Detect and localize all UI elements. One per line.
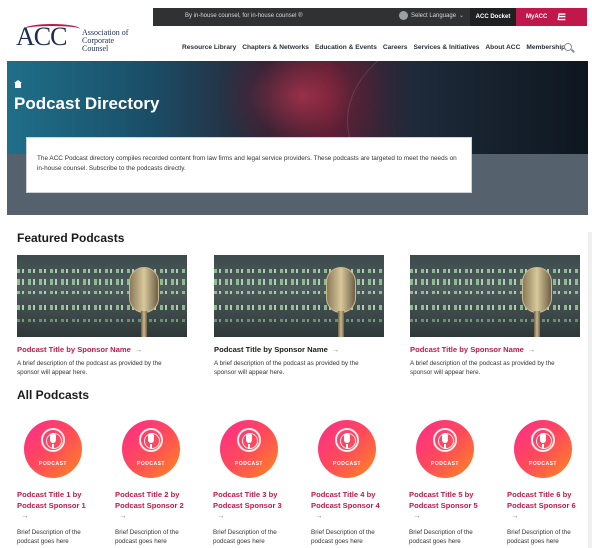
logo-name-line-2: Corporate Counsel [82, 36, 114, 53]
podcast-description: Brief Description of the podcast goes he… [507, 528, 571, 546]
featured-title[interactable]: Podcast Title by Sponsor Name → [17, 345, 187, 354]
badge-label: PODCAST [235, 461, 263, 467]
featured-description: A brief description of the podcast as pr… [214, 360, 359, 376]
nav-careers[interactable]: Careers [383, 44, 408, 51]
badge-label: PODCAST [431, 461, 459, 467]
badge-label: PODCAST [529, 461, 557, 467]
podcast-description: Brief Description of the podcast goes he… [311, 528, 375, 546]
featured-heading: Featured Podcasts [17, 231, 125, 245]
myacc-button[interactable]: MyACC /☰ [516, 8, 587, 26]
arrow-right-icon: → [134, 345, 143, 354]
arrow-right-icon: → [413, 511, 421, 520]
search-icon[interactable] [564, 43, 572, 51]
nav-services-initiatives[interactable]: Services & Initiatives [413, 44, 479, 51]
podcast-title[interactable]: Podcast Title 3 by Podcast Sponsor 3 → [213, 490, 293, 522]
podcast-card[interactable]: PODCAST Podcast Title 6 by Podcast Spons… [507, 420, 587, 547]
arrow-right-icon: → [119, 511, 127, 520]
nav-membership[interactable]: Membership [526, 44, 565, 51]
logo-acc-text: ACC [16, 22, 67, 51]
podcast-badge[interactable]: PODCAST [24, 420, 82, 478]
arrow-right-icon: → [21, 511, 29, 520]
globe-icon [399, 11, 408, 20]
badge-label: PODCAST [137, 461, 165, 467]
podcast-description: Brief Description of the podcast goes he… [409, 528, 473, 546]
microphone-icon [148, 433, 154, 443]
badge-label: PODCAST [333, 461, 361, 467]
logo-name: Association of Corporate Counsel [82, 29, 141, 53]
podcast-title[interactable]: Podcast Title 6 by Podcast Sponsor 6 → [507, 490, 587, 522]
featured-description: A brief description of the podcast as pr… [17, 360, 162, 376]
podcast-card[interactable]: PODCAST Podcast Title 2 by Podcast Spons… [115, 420, 195, 547]
microphone-icon [540, 433, 546, 443]
scrollbar[interactable] [588, 232, 592, 548]
microphone-icon [522, 267, 552, 313]
featured-card[interactable]: Podcast Title by Sponsor Name → A brief d… [17, 255, 187, 377]
featured-thumbnail[interactable] [410, 255, 580, 337]
utility-bar: By in-house counsel, for in-house counse… [153, 8, 587, 26]
all-podcasts-heading: All Podcasts [17, 388, 90, 402]
home-icon[interactable] [14, 80, 22, 88]
arrow-right-icon: → [217, 511, 225, 520]
nav-resource-library[interactable]: Resource Library [182, 44, 236, 51]
nav-education-events[interactable]: Education & Events [315, 44, 377, 51]
podcast-badge[interactable]: PODCAST [318, 420, 376, 478]
nav-about-acc[interactable]: About ACC [485, 44, 520, 51]
podcast-title[interactable]: Podcast Title 2 by Podcast Sponsor 2 → [115, 490, 195, 522]
myacc-label: MyACC [526, 14, 548, 20]
podcast-card[interactable]: PODCAST Podcast Title 4 by Podcast Spons… [311, 420, 391, 547]
microphone-icon [246, 433, 252, 443]
acc-mark-icon: /☰ [557, 11, 565, 22]
microphone-icon [326, 267, 356, 313]
arrow-right-icon: → [511, 511, 519, 520]
nav-chapters-networks[interactable]: Chapters & Networks [242, 44, 309, 51]
microphone-icon [442, 433, 448, 443]
microphone-icon [344, 433, 350, 443]
intro-box: The ACC Podcast directory compiles recor… [26, 137, 472, 193]
acc-docket-link[interactable]: ACC Docket [470, 8, 516, 26]
podcast-title[interactable]: Podcast Title 5 by Podcast Sponsor 5 → [409, 490, 489, 522]
featured-title[interactable]: Podcast Title by Sponsor Name → [214, 345, 384, 354]
arrow-right-icon: → [331, 345, 340, 354]
podcast-card[interactable]: PODCAST Podcast Title 3 by Podcast Spons… [213, 420, 293, 547]
podcast-badge[interactable]: PODCAST [416, 420, 474, 478]
arrow-right-icon: → [315, 511, 323, 520]
featured-card[interactable]: Podcast Title by Sponsor Name → A brief d… [214, 255, 384, 377]
page-title: Podcast Directory [14, 94, 160, 113]
microphone-icon [129, 267, 159, 313]
language-selector[interactable]: Select Language ⌄ [399, 11, 464, 20]
language-label: Select Language [411, 12, 457, 19]
podcast-description: Brief Description of the podcast goes he… [115, 528, 179, 546]
featured-title[interactable]: Podcast Title by Sponsor Name → [410, 345, 580, 354]
chevron-down-icon: ⌄ [459, 13, 465, 19]
featured-thumbnail[interactable] [17, 255, 187, 337]
featured-card[interactable]: Podcast Title by Sponsor Name → A brief d… [410, 255, 580, 377]
podcast-badge[interactable]: PODCAST [220, 420, 278, 478]
badge-label: PODCAST [39, 461, 67, 467]
podcast-badge[interactable]: PODCAST [122, 420, 180, 478]
hero-banner: Podcast Directory The ACC Podcast direct… [7, 61, 588, 215]
podcast-title[interactable]: Podcast Title 1 by Podcast Sponsor 1 → [17, 490, 97, 522]
tagline: By in-house counsel, for in-house counse… [185, 13, 303, 19]
podcast-title[interactable]: Podcast Title 4 by Podcast Sponsor 4 → [311, 490, 391, 522]
featured-thumbnail[interactable] [214, 255, 384, 337]
podcast-card[interactable]: PODCAST Podcast Title 1 by Podcast Spons… [17, 420, 97, 547]
microphone-icon [50, 433, 56, 443]
main-nav: Resource Library Chapters & Networks Edu… [182, 44, 565, 51]
featured-description: A brief description of the podcast as pr… [410, 360, 555, 376]
podcast-description: Brief Description of the podcast goes he… [213, 528, 277, 546]
acc-logo[interactable]: ACC Association of Corporate Counsel [16, 22, 141, 53]
podcast-card[interactable]: PODCAST Podcast Title 5 by Podcast Spons… [409, 420, 489, 547]
podcast-description: Brief Description of the podcast goes he… [17, 528, 81, 546]
podcast-badge[interactable]: PODCAST [514, 420, 572, 478]
arrow-right-icon: → [527, 345, 536, 354]
